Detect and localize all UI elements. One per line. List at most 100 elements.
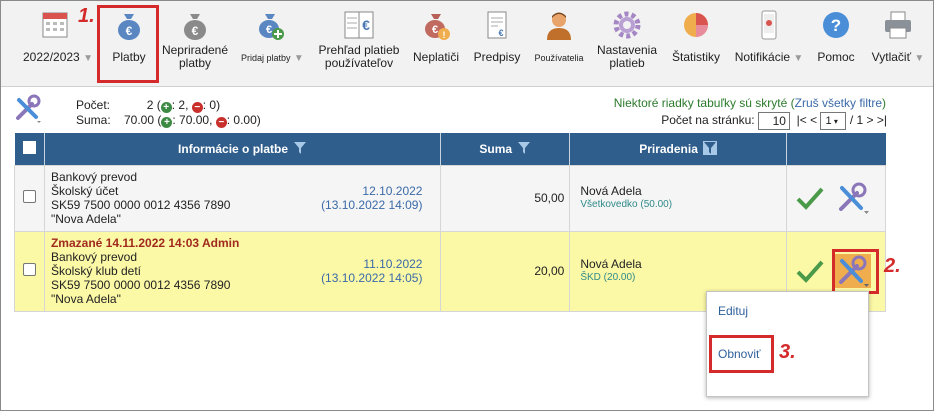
select-all-checkbox[interactable] (22, 140, 36, 154)
toolbar-nepriradene-platby[interactable]: € Nepriradené platby (161, 9, 229, 85)
assigned-user: Nová Adela (580, 257, 642, 271)
tools-menu-icon[interactable] (14, 94, 44, 124)
table-header: Informácie o platbe Suma Priradenia (14, 133, 886, 165)
header-actions (786, 133, 886, 165)
row-select-cell (14, 164, 45, 232)
svg-text:€: € (498, 28, 503, 38)
chevron-down-icon: ▼ (293, 53, 304, 64)
payment-date: 11.10.2022 (363, 257, 423, 271)
toolbar-pouzivatelia[interactable]: Používatelia (531, 9, 587, 85)
row-select-cell (14, 230, 45, 312)
user-icon (547, 12, 571, 40)
toolbar-prehlad-label: Prehľad platieb používateľov (318, 43, 400, 70)
sum-plus: 70.00 (179, 113, 210, 127)
year-label: 2022/2023 (23, 50, 80, 64)
plus-icon: + (160, 102, 172, 113)
svg-text:€: € (432, 24, 438, 36)
sum-summary: Suma: 70.00 (+: 70.00, −: 0.00) (76, 113, 261, 128)
payment-amount: 20,00 (440, 230, 571, 312)
toolbar-statistiky[interactable]: Štatistiky (669, 9, 723, 85)
tools-menu-icon[interactable] (835, 181, 871, 215)
filter-active-icon[interactable] (703, 141, 718, 156)
per-page-input[interactable]: 10 (757, 112, 790, 130)
help-icon: ? (823, 12, 849, 38)
header-assign-label: Priradenia (639, 142, 698, 157)
next-page-button[interactable]: > (867, 113, 874, 127)
sum-label: Suma: (76, 113, 111, 127)
money-bag-warning-icon: € ! (425, 14, 450, 40)
header-info-label: Informácie o platbe (178, 142, 289, 157)
header-info[interactable]: Informácie o platbe (44, 133, 442, 165)
toolbar-pouzivatelia-label: Používatelia (534, 53, 584, 63)
filter-icon[interactable] (293, 141, 307, 155)
last-page-button[interactable]: >| (877, 113, 887, 127)
payment-type: Bankový prevod (50, 170, 138, 184)
row-checkbox[interactable] (22, 263, 36, 276)
toolbar-notifikacie-label: Notifikácie (734, 50, 791, 64)
plus-icon: + (161, 117, 173, 128)
payment-date: 12.10.2022 (362, 184, 423, 198)
minus-icon: − (191, 102, 203, 113)
calendar-icon (42, 12, 68, 38)
assigned-user: Nová Adela (580, 184, 642, 198)
ledger-euro-icon: € (344, 11, 374, 39)
toolbar-neplatici-label: Neplatiči (412, 50, 460, 64)
header-amount-label: Suma (479, 142, 513, 157)
hidden-rows-text: Niektoré riadky tabuľky sú skryté (613, 96, 788, 110)
checkmark-icon[interactable] (795, 185, 825, 211)
filter-icon[interactable] (517, 141, 531, 155)
toolbar-prehlad-platieb[interactable]: € Prehľad platieb používateľov (313, 9, 405, 85)
toolbar-pomoc-label: Pomoc (817, 50, 855, 64)
chevron-down-icon: ▼ (793, 53, 804, 64)
assigned-item[interactable]: Všetkovedko (50.00) (580, 198, 786, 212)
checkmark-icon[interactable] (795, 258, 825, 284)
page-total: / 1 (849, 113, 864, 128)
toolbar-predpisy[interactable]: € Predpisy (471, 9, 523, 85)
toolbar-vytlacit-label: Vytlačiť (871, 50, 912, 64)
toolbar-notifikacie[interactable]: Notifikácie ▼ (731, 9, 807, 85)
svg-text:€: € (192, 24, 199, 38)
header-assign[interactable]: Priradenia (569, 133, 788, 165)
header-amount[interactable]: Suma (440, 133, 571, 165)
count-value: 2 (146, 98, 154, 112)
payment-payer: "Nova Adela" (50, 212, 121, 226)
sum-value: 70.00 (124, 113, 155, 127)
step-1-label: 1. (78, 5, 95, 27)
step-3-label: 3. (779, 341, 796, 363)
count-summary: Počet: 2 (+: 2, −: 0) (76, 98, 221, 113)
svg-text:€: € (362, 17, 370, 33)
sum-minus: 0.00 (233, 113, 257, 127)
highlight-tools-menu (832, 249, 879, 294)
deleted-notice: Zmazané 14.11.2022 14:03 Admin (50, 236, 240, 250)
toolbar-pomoc[interactable]: ? Pomoc (811, 9, 861, 85)
payment-info-cell: Zmazané 14.11.2022 14:03 Admin Bankový p… (43, 230, 442, 312)
toolbar-nastavenia-platieb[interactable]: Nastavenia platieb (593, 9, 661, 85)
pager: Počet na stránku: 10 |< < 1 ▾ / 1 > >| (661, 112, 887, 130)
toolbar-neplatici[interactable]: € ! Neplatiči (409, 9, 463, 85)
per-page-label: Počet na stránku: (661, 113, 755, 128)
money-bag-add-icon: € (259, 14, 284, 40)
toolbar-nastavenia-label: Nastavenia platieb (596, 43, 658, 70)
payment-payer: "Nova Adela" (50, 292, 121, 306)
assigned-item[interactable]: ŠKD (20.00) (580, 271, 786, 285)
row-checkbox[interactable] (22, 190, 36, 203)
clear-filters-link[interactable]: Zruš všetky filtre (795, 96, 882, 110)
chevron-down-icon: ▼ (83, 53, 93, 64)
toolbar-nepriradene-label: Nepriradené platby (161, 43, 229, 70)
page-select[interactable]: 1 ▾ (820, 112, 847, 130)
hidden-rows-notice: Niektoré riadky tabuľky sú skryté (Zruš … (613, 96, 886, 110)
edit-menu-item[interactable]: Edituj (718, 304, 748, 318)
toolbar-pridaj-platby[interactable]: € Pridaj platby ▼ (241, 9, 304, 85)
gear-icon (613, 11, 641, 39)
document-euro-icon: € (487, 11, 507, 39)
prev-page-button[interactable]: < (810, 113, 817, 127)
count-label: Počet: (76, 98, 111, 112)
toolbar-predpisy-label: Predpisy (473, 50, 521, 64)
count-minus: 0 (209, 98, 217, 112)
payment-datetime: (13.10.2022 14:05) (321, 271, 423, 285)
first-page-button[interactable]: |< (797, 113, 807, 127)
toolbar-vytlacit[interactable]: Vytlačiť ▼ (867, 9, 929, 85)
svg-text:€: € (266, 24, 272, 36)
step-2-label: 2. (884, 255, 901, 277)
payments-table: Informácie o platbe Suma Priradenia Bank… (14, 133, 886, 312)
